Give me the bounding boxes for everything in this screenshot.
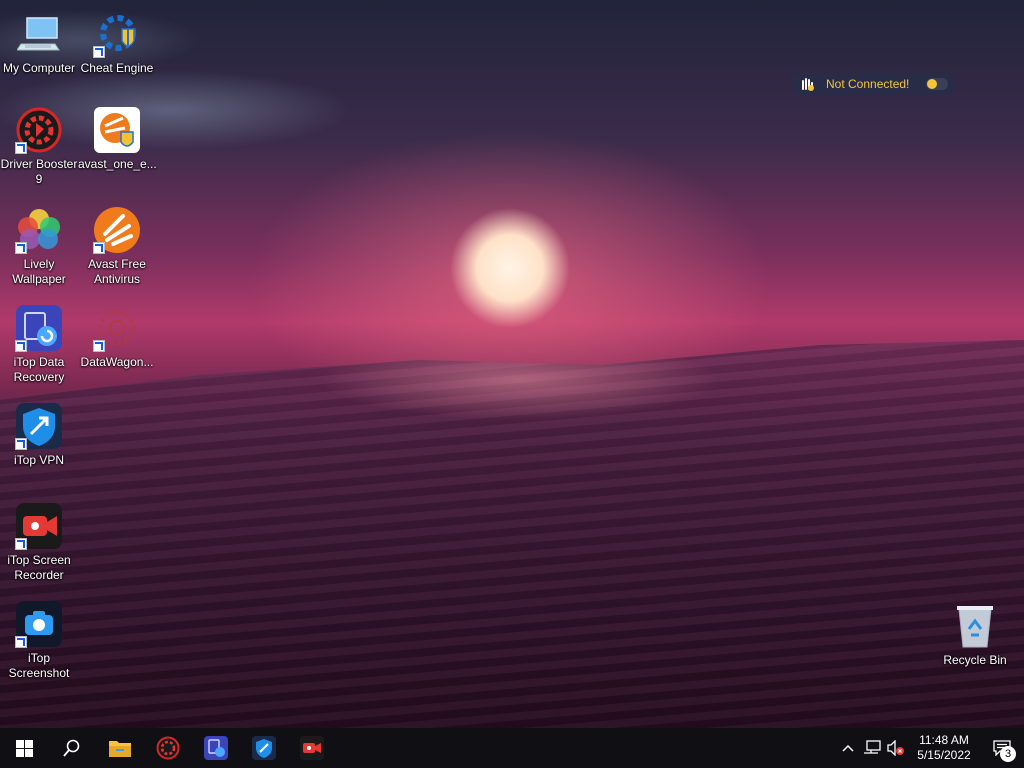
driver-booster-icon	[156, 736, 180, 760]
clock-date: 5/15/2022	[917, 748, 971, 762]
desktop-icon-itop-screenshot[interactable]: iTop Screenshot	[0, 600, 78, 681]
file-explorer-icon	[109, 741, 131, 757]
desktop-icon-avast-free[interactable]: Avast Free Antivirus	[78, 206, 156, 287]
shortcut-arrow-icon	[93, 242, 105, 254]
recycle-bin-icon	[951, 602, 999, 650]
datawagon-icon	[93, 304, 141, 352]
desktop-icon-driver-booster[interactable]: Driver Booster 9	[0, 106, 78, 187]
desktop-icon-lively-wallpaper[interactable]: Lively Wallpaper	[0, 206, 78, 287]
shortcut-arrow-icon	[15, 340, 27, 352]
cheat-engine-icon	[93, 10, 141, 58]
search-icon	[63, 739, 80, 757]
wallpaper-sea	[0, 340, 1024, 728]
shortcut-arrow-icon	[15, 242, 27, 254]
itop-screenshot-icon	[15, 600, 63, 648]
system-tray: 11:48 AM 5/15/2022 3	[836, 728, 1024, 768]
taskbar-clock[interactable]: 11:48 AM 5/15/2022	[908, 733, 980, 763]
taskbar-itop-vpn[interactable]	[240, 728, 288, 768]
vpn-status-widget[interactable]: Not Connected!	[792, 73, 956, 95]
itop-screen-recorder-icon	[15, 502, 63, 550]
search-button[interactable]	[48, 728, 96, 768]
shortcut-arrow-icon	[15, 142, 27, 154]
itop-data-recovery-icon	[15, 304, 63, 352]
vpn-hand-icon	[802, 78, 814, 91]
desktop-icon-itop-data-recovery[interactable]: iTop Data Recovery	[0, 304, 78, 385]
desktop-icon-my-computer[interactable]: My Computer	[0, 10, 78, 76]
chevron-up-icon	[842, 744, 854, 752]
itop-vpn-icon	[252, 736, 276, 760]
taskbar-file-explorer[interactable]	[96, 728, 144, 768]
computer-icon	[15, 10, 63, 58]
shortcut-arrow-icon	[93, 340, 105, 352]
start-button[interactable]	[0, 728, 48, 768]
network-icon	[864, 740, 881, 754]
desktop-icon-datawagon[interactable]: DataWagon...	[78, 304, 156, 370]
shortcut-arrow-icon	[15, 636, 27, 648]
avast-icon	[93, 206, 141, 254]
desktop-icon-cheat-engine[interactable]: Cheat Engine	[78, 10, 156, 76]
desktop-icon-recycle-bin[interactable]: Recycle Bin	[936, 602, 1014, 668]
desktop-icon-avast-one[interactable]: avast_one_e...	[78, 106, 157, 172]
vpn-toggle[interactable]	[926, 78, 948, 90]
taskbar-driver-booster[interactable]	[144, 728, 192, 768]
start-icon	[15, 739, 33, 757]
action-center-button[interactable]: 3	[980, 728, 1024, 768]
show-hidden-icons-button[interactable]	[836, 728, 860, 768]
shortcut-arrow-icon	[15, 438, 27, 450]
network-button[interactable]	[860, 728, 884, 768]
vpn-status-text: Not Connected!	[826, 77, 910, 91]
itop-data-recovery-icon	[204, 736, 228, 760]
clock-time: 11:48 AM	[919, 733, 969, 747]
desktop-icon-itop-vpn[interactable]: iTop VPN	[0, 402, 78, 468]
volume-muted-icon	[887, 740, 904, 756]
taskbar-itop-screen-recorder[interactable]	[288, 728, 336, 768]
taskbar-itop-data-recovery[interactable]	[192, 728, 240, 768]
notification-count-badge: 3	[1000, 746, 1016, 762]
desktop-icon-itop-screen-recorder[interactable]: iTop Screen Recorder	[0, 502, 78, 583]
vpn-toggle-knob	[927, 79, 937, 89]
shortcut-arrow-icon	[15, 538, 27, 550]
lively-wallpaper-icon	[15, 206, 63, 254]
avast-one-installer-icon	[93, 106, 141, 154]
shortcut-arrow-icon	[93, 46, 105, 58]
itop-vpn-icon	[15, 402, 63, 450]
taskbar: 11:48 AM 5/15/2022 3	[0, 728, 1024, 768]
volume-button[interactable]	[884, 728, 908, 768]
itop-screen-recorder-icon	[300, 736, 324, 760]
driver-booster-icon	[15, 106, 63, 154]
